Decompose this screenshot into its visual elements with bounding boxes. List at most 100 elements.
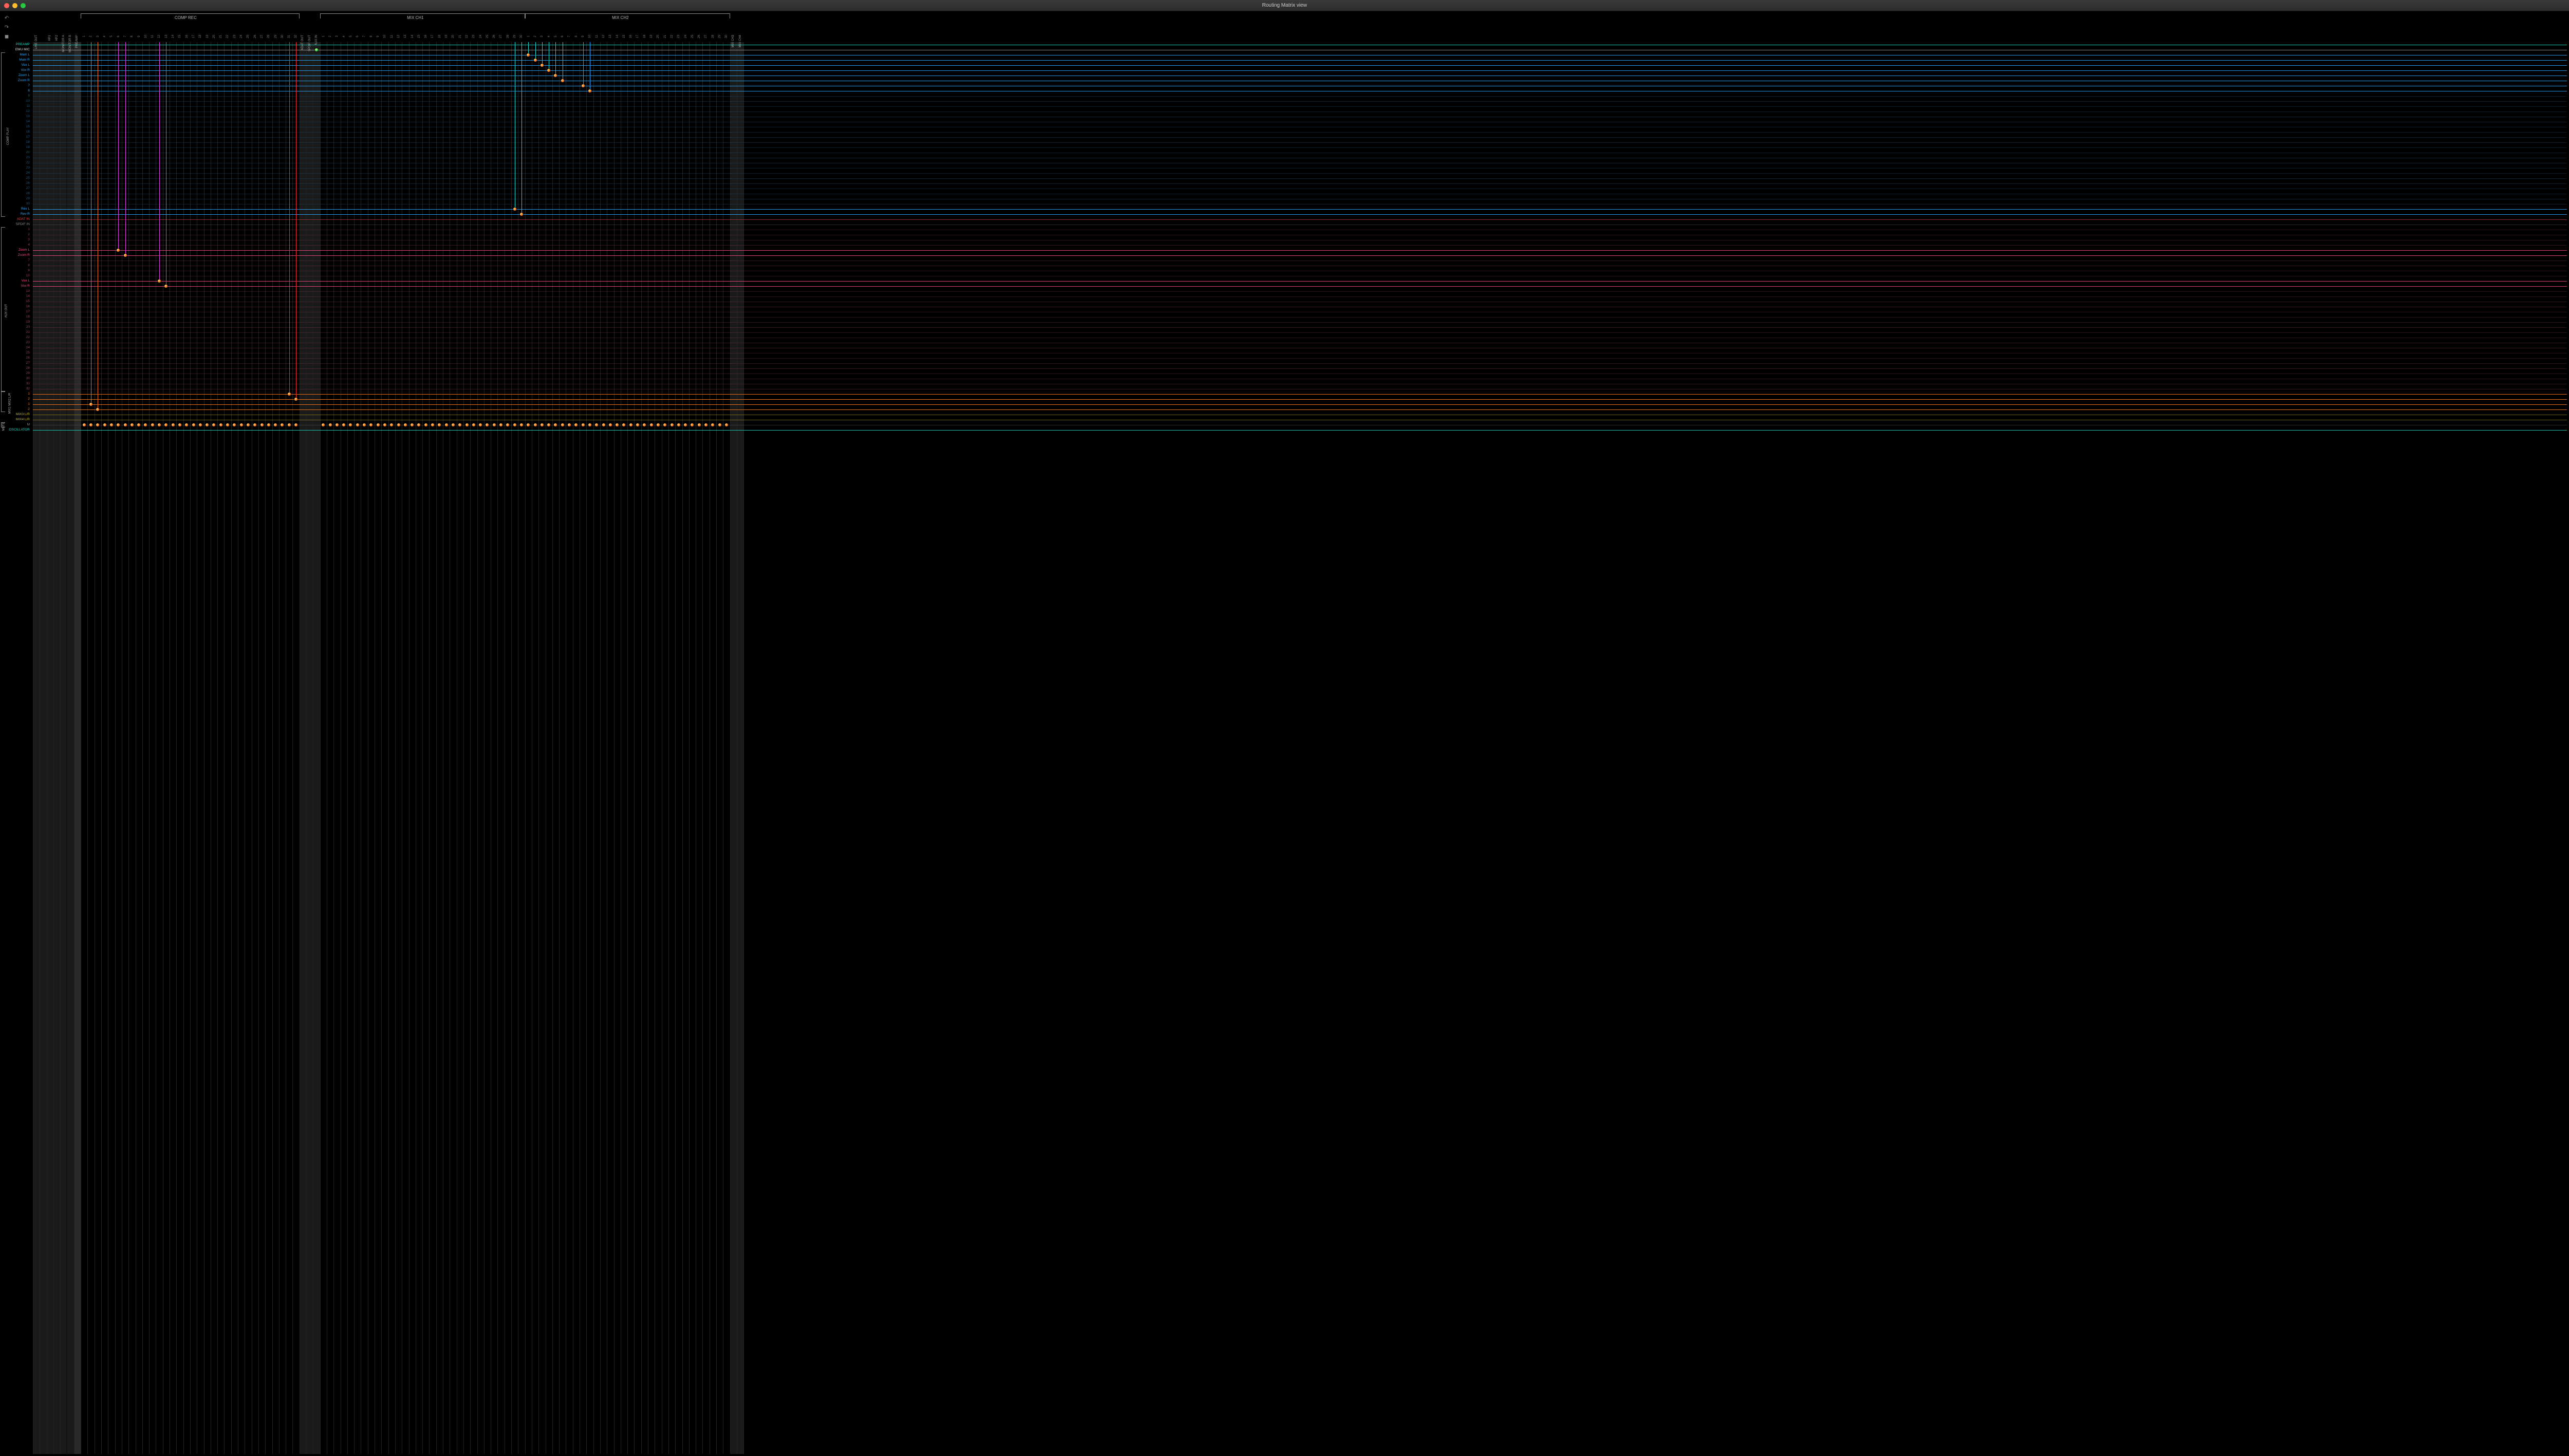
matrix-row[interactable]: 18: [0, 314, 2567, 320]
matrix-row[interactable]: 14: [0, 294, 2567, 299]
matrix-row[interactable]: 32: [0, 386, 2567, 391]
matrix-row[interactable]: 27: [0, 186, 2567, 191]
grid-body[interactable]: PREAMPEMU MICMain LMain RVox LVox RZoom …: [0, 42, 2567, 1454]
matrix-row[interactable]: 18: [0, 140, 2567, 145]
matrix-row[interactable]: MIX3 L/R: [0, 412, 2567, 417]
redo-icon[interactable]: ↷: [3, 24, 10, 31]
matrix-row[interactable]: 1: [0, 391, 2567, 397]
patch-node[interactable]: [131, 423, 134, 426]
patch-node[interactable]: [192, 423, 195, 426]
patch-node[interactable]: [288, 423, 291, 426]
clear-icon[interactable]: ◼: [3, 33, 10, 40]
patch-node[interactable]: [568, 423, 571, 426]
patch-node[interactable]: [356, 423, 359, 426]
matrix-row[interactable]: Zoom R: [0, 78, 2567, 83]
matrix-row[interactable]: 26: [0, 356, 2567, 361]
matrix-row[interactable]: Vox R: [0, 284, 2567, 289]
undo-icon[interactable]: ↶: [3, 14, 10, 22]
patch-node[interactable]: [609, 423, 612, 426]
patch-node[interactable]: [602, 423, 605, 426]
matrix-row[interactable]: 12: [0, 109, 2567, 114]
patch-node[interactable]: [199, 423, 202, 426]
patch-node[interactable]: [424, 423, 427, 426]
matrix-row[interactable]: 1: [0, 402, 2567, 407]
patch-node[interactable]: [260, 423, 264, 426]
matrix-row[interactable]: 16: [0, 304, 2567, 309]
routing-matrix[interactable]: ↶ ↷ ◼ LINE OUTHP1HP2MONITOR AMONITOR BPR…: [0, 11, 2569, 1456]
patch-node[interactable]: [336, 423, 339, 426]
matrix-row[interactable]: Main R: [0, 58, 2567, 63]
matrix-row[interactable]: Zoom L: [0, 73, 2567, 78]
patch-node[interactable]: [363, 423, 366, 426]
matrix-row[interactable]: 25: [0, 176, 2567, 181]
patch-node[interactable]: [588, 89, 591, 92]
patch-node[interactable]: [89, 403, 92, 406]
matrix-row[interactable]: 21: [0, 330, 2567, 335]
matrix-row[interactable]: SPDIF IN: [0, 222, 2567, 227]
matrix-row[interactable]: 4: [0, 242, 2567, 248]
patch-node[interactable]: [520, 423, 523, 426]
matrix-row[interactable]: 25: [0, 350, 2567, 356]
patch-node[interactable]: [677, 423, 680, 426]
matrix-row[interactable]: 11: [0, 104, 2567, 109]
matrix-row[interactable]: 13: [0, 289, 2567, 294]
matrix-row[interactable]: 17: [0, 309, 2567, 314]
patch-node[interactable]: [718, 423, 721, 426]
patch-node[interactable]: [534, 59, 537, 62]
matrix-row[interactable]: EMU MIC: [0, 47, 2567, 52]
patch-node[interactable]: [83, 423, 86, 426]
patch-node[interactable]: [124, 423, 127, 426]
matrix-row[interactable]: 10: [0, 99, 2567, 104]
matrix-row[interactable]: 10: [0, 273, 2567, 278]
patch-node[interactable]: [466, 423, 469, 426]
matrix-row[interactable]: 7: [0, 83, 2567, 88]
matrix-row[interactable]: 7: [0, 258, 2567, 263]
matrix-row[interactable]: 28: [0, 366, 2567, 371]
matrix-row[interactable]: 8: [0, 263, 2567, 268]
matrix-row[interactable]: 15: [0, 299, 2567, 304]
patch-node[interactable]: [445, 423, 448, 426]
matrix-row[interactable]: MIX4 L/R: [0, 417, 2567, 422]
matrix-row[interactable]: 2: [0, 407, 2567, 412]
matrix-row[interactable]: 3: [0, 237, 2567, 242]
matrix-row[interactable]: OSCILLATOR: [0, 427, 2567, 433]
matrix-row[interactable]: 28: [0, 191, 2567, 196]
matrix-row[interactable]: Vox L: [0, 278, 2567, 284]
patch-node[interactable]: [541, 423, 544, 426]
matrix-row[interactable]: 27: [0, 361, 2567, 366]
patch-node[interactable]: [158, 279, 161, 283]
patch-node[interactable]: [657, 423, 660, 426]
patch-node[interactable]: [267, 423, 270, 426]
patch-node[interactable]: [431, 423, 434, 426]
patch-node[interactable]: [397, 423, 400, 426]
patch-node[interactable]: [288, 393, 291, 396]
matrix-row[interactable]: 9: [0, 268, 2567, 273]
patch-node[interactable]: [725, 423, 728, 426]
patch-node[interactable]: [582, 84, 585, 87]
patch-node[interactable]: [493, 423, 496, 426]
patch-node[interactable]: [151, 423, 154, 426]
patch-node[interactable]: [499, 423, 502, 426]
matrix-row[interactable]: Vox L: [0, 63, 2567, 68]
matrix-row[interactable]: 30: [0, 376, 2567, 381]
matrix-row[interactable]: Zoom R: [0, 253, 2567, 258]
matrix-row[interactable]: Rev R: [0, 212, 2567, 217]
matrix-row[interactable]: 29: [0, 196, 2567, 201]
matrix-row[interactable]: 9: [0, 94, 2567, 99]
matrix-row[interactable]: 23: [0, 165, 2567, 171]
patch-node[interactable]: [377, 423, 380, 426]
matrix-row[interactable]: 24: [0, 171, 2567, 176]
patch-node[interactable]: [704, 423, 708, 426]
patch-node[interactable]: [541, 64, 544, 67]
matrix-row[interactable]: 20: [0, 150, 2567, 155]
patch-node[interactable]: [629, 423, 632, 426]
matrix-row[interactable]: 23: [0, 340, 2567, 345]
matrix-row[interactable]: Main L: [0, 52, 2567, 58]
matrix-row[interactable]: 19: [0, 145, 2567, 150]
patch-node[interactable]: [636, 423, 639, 426]
matrix-row[interactable]: 19: [0, 320, 2567, 325]
matrix-row[interactable]: 14: [0, 119, 2567, 124]
patch-node[interactable]: [588, 423, 591, 426]
patch-node[interactable]: [698, 423, 701, 426]
matrix-row[interactable]: 24: [0, 345, 2567, 350]
